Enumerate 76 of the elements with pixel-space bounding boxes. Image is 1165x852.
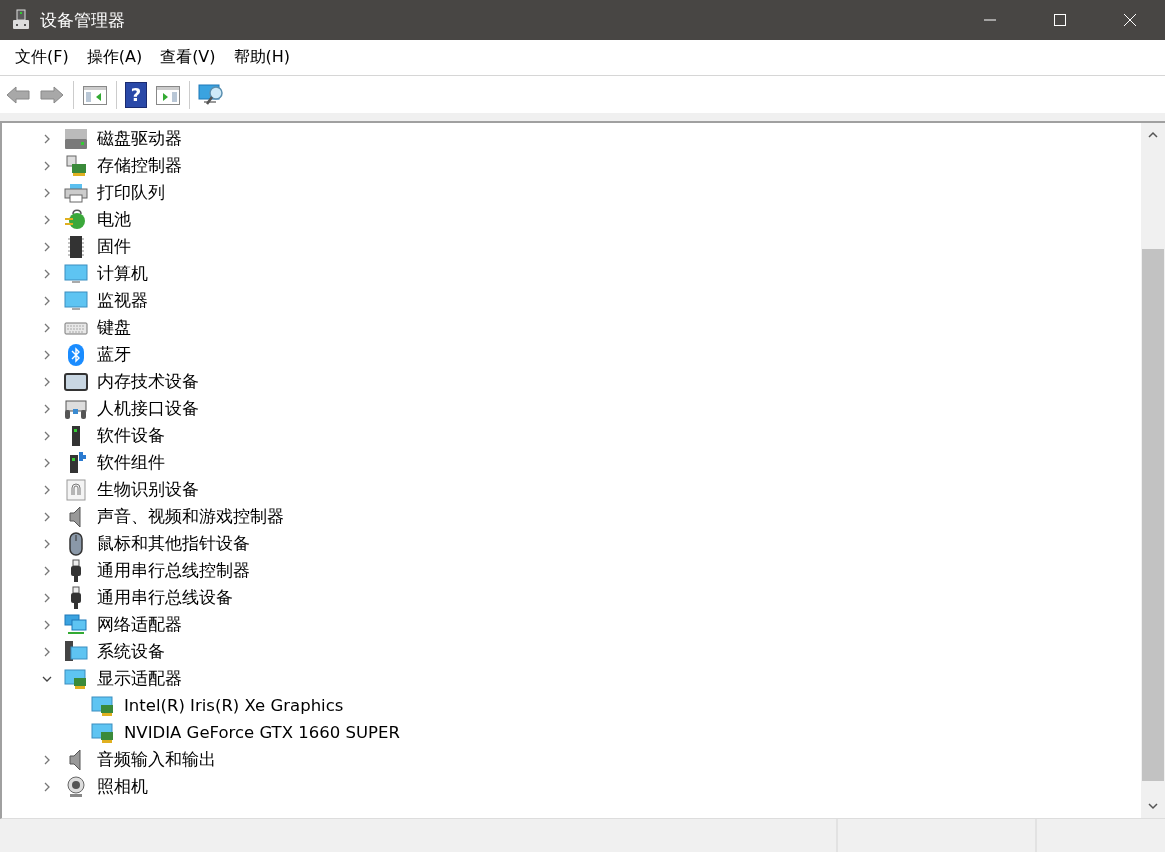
expand-chevron-icon[interactable] [42, 349, 52, 360]
display-adapter-icon [64, 666, 88, 691]
window-title: 设备管理器 [40, 8, 125, 32]
tree-item[interactable]: 通用串行总线控制器 [97, 559, 250, 582]
expand-chevron-icon[interactable] [42, 214, 52, 225]
tree-item[interactable]: NVIDIA GeForce GTX 1660 SUPER [124, 723, 400, 742]
tree-item[interactable]: 系统设备 [97, 640, 165, 663]
expand-chevron-icon[interactable] [42, 403, 52, 414]
tree-item[interactable]: 照相机 [97, 775, 148, 798]
tree-item[interactable]: 软件设备 [97, 424, 165, 447]
tree-item[interactable]: 声音、视频和游戏控制器 [97, 505, 284, 528]
expand-chevron-icon[interactable] [42, 376, 52, 387]
expand-chevron-icon[interactable] [42, 781, 52, 792]
device-manager-icon [12, 9, 30, 31]
menu-item[interactable]: 帮助(H) [224, 47, 300, 68]
network-icon [64, 612, 88, 637]
expand-chevron-icon[interactable] [42, 430, 52, 441]
computer-icon [64, 639, 88, 664]
tree-item[interactable]: 通用串行总线设备 [97, 586, 233, 609]
tree-item[interactable]: 网络适配器 [97, 613, 182, 636]
tree-item[interactable]: 固件 [97, 235, 131, 258]
expand-chevron-icon[interactable] [42, 268, 52, 279]
expand-chevron-icon[interactable] [42, 538, 52, 549]
display-adapter-icon [91, 720, 115, 745]
tree-item[interactable]: 内存技术设备 [97, 370, 199, 393]
tree-item[interactable]: 软件组件 [97, 451, 165, 474]
scrollbar[interactable] [1141, 123, 1165, 818]
tree-item[interactable]: 键盘 [97, 316, 131, 339]
scroll-thumb[interactable] [1142, 249, 1164, 781]
tree-item[interactable]: 人机接口设备 [97, 397, 199, 420]
battery-plug-icon [64, 207, 88, 232]
expand-chevron-icon[interactable] [42, 322, 52, 333]
forward-arrow-icon[interactable] [39, 83, 65, 106]
expand-chevron-icon[interactable] [42, 187, 52, 198]
expand-chevron-icon[interactable] [42, 619, 52, 630]
help-button[interactable]: ? [125, 81, 147, 108]
tree-item[interactable]: 监视器 [97, 289, 148, 312]
close-icon[interactable] [1124, 14, 1136, 26]
tree-item[interactable]: 磁盘驱动器 [97, 127, 182, 150]
expand-chevron-icon[interactable] [42, 484, 52, 495]
display-adapter-icon [91, 693, 115, 718]
disk-drive-icon [64, 126, 88, 151]
monitor-icon [64, 261, 88, 286]
tree-item[interactable]: 电池 [97, 208, 131, 231]
menu-item[interactable]: 查看(V) [151, 47, 225, 68]
action-pane-icon[interactable] [155, 83, 181, 106]
tree-item[interactable]: 蓝牙 [97, 343, 131, 366]
console-tree-icon[interactable] [82, 83, 108, 106]
maximize-icon[interactable] [1054, 14, 1066, 26]
expand-chevron-icon[interactable] [42, 592, 52, 603]
expand-chevron-icon[interactable] [42, 511, 52, 522]
webcam-icon [64, 774, 88, 799]
tree-item[interactable]: 打印队列 [97, 181, 165, 204]
expand-chevron-icon[interactable] [42, 457, 52, 468]
storage-controller-icon [64, 153, 88, 178]
tree-item[interactable]: 显示适配器 [97, 667, 182, 690]
scroll-down-icon[interactable] [1148, 802, 1158, 810]
expand-chevron-icon[interactable] [42, 295, 52, 306]
tree-item[interactable]: Intel(R) Iris(R) Xe Graphics [124, 696, 344, 715]
tree-item[interactable]: 音频输入和输出 [97, 748, 216, 771]
tree-item[interactable]: 鼠标和其他指针设备 [97, 532, 250, 555]
expand-chevron-icon[interactable] [42, 646, 52, 657]
expand-chevron-icon[interactable] [42, 160, 52, 171]
monitor-icon [64, 288, 88, 313]
back-arrow-icon[interactable] [5, 83, 31, 106]
tree-item[interactable]: 存储控制器 [97, 154, 182, 177]
scroll-up-icon[interactable] [1148, 131, 1158, 139]
tree-item[interactable]: 计算机 [97, 262, 148, 285]
tree-item[interactable]: 生物识别设备 [97, 478, 199, 501]
menu-item[interactable]: 操作(A) [77, 47, 152, 68]
expand-chevron-icon[interactable] [42, 565, 52, 576]
expand-chevron-icon[interactable] [42, 133, 52, 144]
expand-chevron-icon[interactable] [42, 754, 52, 765]
monitor-magnifier-icon[interactable] [198, 82, 226, 107]
expand-chevron-icon[interactable] [42, 241, 52, 252]
menu-item[interactable]: 文件(F) [6, 47, 78, 68]
